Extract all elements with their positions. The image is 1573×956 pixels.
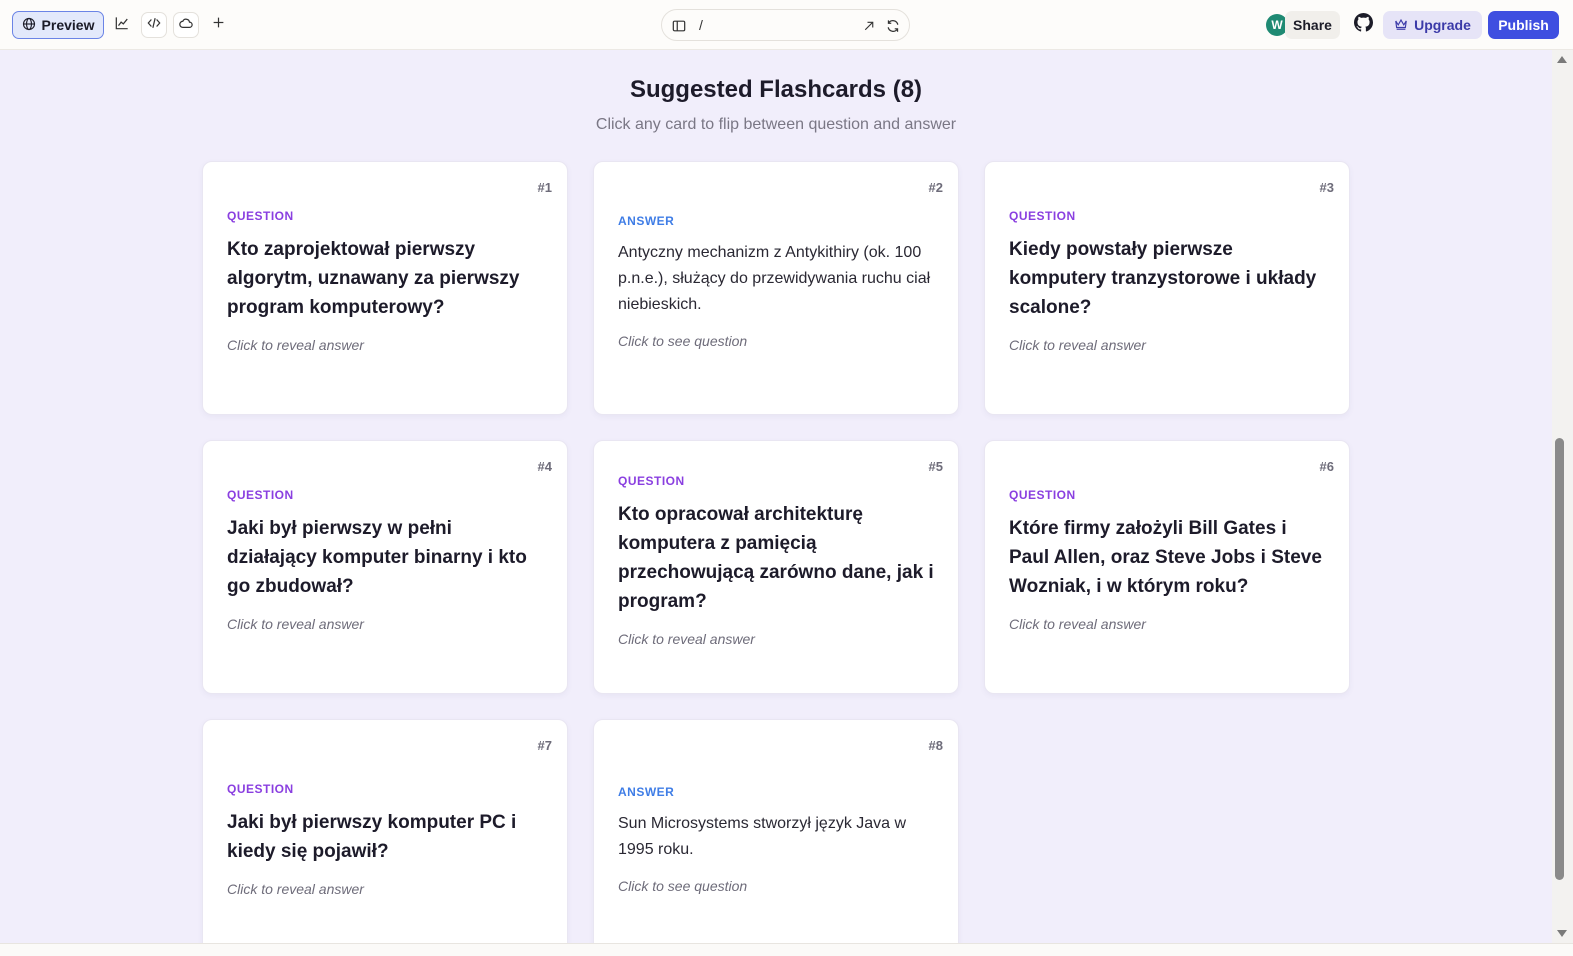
chart-icon [115,16,129,35]
card-text: Kiedy powstały pierwsze komputery tranzy… [1009,239,1317,318]
preview-content: Suggested Flashcards (8) Click any card … [0,50,1552,943]
github-button[interactable] [1350,12,1376,38]
card-hint: Click to reveal answer [618,630,755,647]
flashcard-1[interactable]: #1 QUESTION Kto zaprojektował pierwszy a… [202,161,568,415]
globe-icon [22,17,36,34]
page-subtitle: Click any card to flip between question … [595,116,957,133]
url-path[interactable]: / [699,17,703,33]
upgrade-button[interactable]: Upgrade [1383,11,1482,39]
refresh-icon[interactable] [885,18,901,34]
card-hint: Click to see question [618,332,748,349]
open-external-icon[interactable] [861,18,877,34]
card-text: Jaki był pierwszy w pełni działający kom… [227,518,527,597]
upgrade-label: Upgrade [1414,17,1471,33]
card-hint: Click to reveal answer [1009,616,1146,632]
card-kind-label: QUESTION [227,209,294,223]
scroll-up-arrow-icon[interactable] [1557,56,1567,63]
card-text: Które firmy założyli Bill Gates i Paul A… [1009,518,1322,597]
deploy-button[interactable] [173,12,199,38]
flashcard-5[interactable]: #5 QUESTION Kto opracował architekturę k… [593,440,959,694]
top-toolbar: Preview / W Share Upgrade Publish [0,0,1573,50]
card-kind-label: QUESTION [1009,488,1076,502]
card-text: Sun Microsystems stworzył język Java w 1… [618,814,907,858]
analytics-button[interactable] [109,12,135,38]
scroll-thumb[interactable] [1555,438,1564,880]
bottom-edge [0,943,1573,956]
flashcard-6[interactable]: #6 QUESTION Które firmy założyli Bill Ga… [984,440,1350,694]
card-hint: Click to reveal answer [227,616,364,632]
publish-button[interactable]: Publish [1488,11,1559,39]
card-text: Antyczny mechanizm z Antykithiry (ok. 10… [618,243,931,313]
page-title: Suggested Flashcards (8) [629,76,923,103]
share-button[interactable]: Share [1285,11,1340,39]
preview-label: Preview [41,17,95,33]
flashcard-7[interactable]: #7 QUESTION Jaki był pierwszy komputer P… [202,719,568,943]
vertical-scrollbar[interactable] [1552,50,1573,943]
flashcard-2[interactable]: #2 ANSWER Antyczny mechanizm z Antykithi… [593,161,959,415]
card-kind-label: ANSWER [618,784,675,799]
url-bar[interactable]: / [661,9,910,41]
card-kind-label: QUESTION [1009,209,1076,223]
card-kind-label: QUESTION [227,488,294,502]
crown-icon [1394,17,1408,34]
card-hint: Click to reveal answer [1009,337,1146,353]
card-hint: Click to see question [618,877,748,894]
scroll-down-arrow-icon[interactable] [1557,930,1567,937]
card-kind-label: QUESTION [227,781,294,796]
github-icon [1353,13,1373,37]
card-text: Kto opracował architekturę komputera z p… [618,503,934,612]
card-text: Kto zaprojektował pierwszy algorytm, uzn… [227,239,520,318]
cloud-icon [179,16,193,35]
flashcard-4[interactable]: #4 QUESTION Jaki był pierwszy w pełni dz… [202,440,568,694]
preview-button[interactable]: Preview [12,11,104,39]
card-text: Jaki był pierwszy komputer PC i kiedy si… [227,811,517,862]
flashcard-8[interactable]: #8 ANSWER Sun Microsystems stworzył języ… [593,719,959,943]
plus-icon [212,16,225,34]
code-icon [147,16,161,35]
card-hint: Click to reveal answer [227,337,364,353]
sidebar-panel-icon[interactable] [671,18,687,34]
add-button[interactable] [205,12,231,38]
card-kind-label: ANSWER [618,213,675,228]
code-button[interactable] [141,12,167,38]
flashcard-3[interactable]: #3 QUESTION Kiedy powstały pierwsze komp… [984,161,1350,415]
card-hint: Click to reveal answer [227,880,364,897]
card-kind-label: QUESTION [618,473,685,488]
